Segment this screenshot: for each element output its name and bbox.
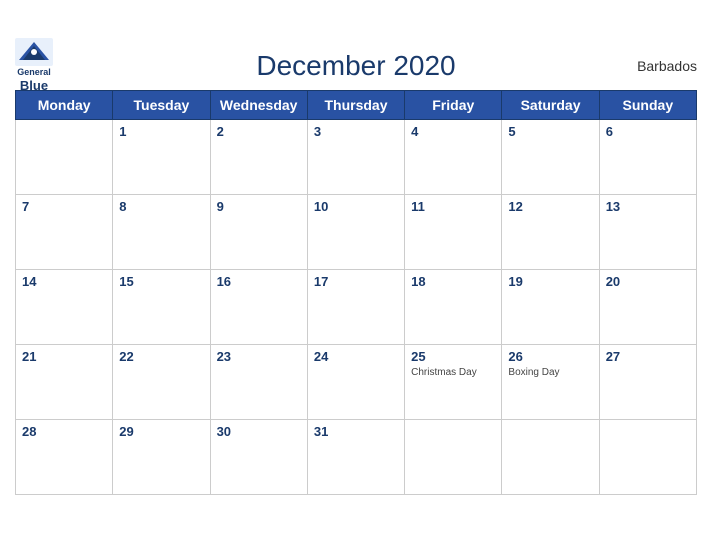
calendar-cell-w2-d1: 7 [16,195,113,270]
logo-general-text: General [17,67,51,78]
calendar-wrapper: General Blue December 2020 Barbados Mond… [0,40,712,510]
weekday-wednesday: Wednesday [210,91,307,120]
calendar-cell-w4-d5: 25 Christmas Day [405,345,502,420]
logo-blue-text: Blue [20,78,48,94]
calendar-cell-w3-d4: 17 [307,270,404,345]
date-number: 19 [508,274,592,289]
calendar-cell-w2-d6: 12 [502,195,599,270]
weekday-friday: Friday [405,91,502,120]
week-row-2: 789 10 11 12 13 [16,195,697,270]
calendar-cell-w4-d7: 27 [599,345,696,420]
date-number: 23 [217,349,301,364]
country-label: Barbados [637,58,697,74]
date-number: 28 [22,424,106,439]
weekday-tuesday: Tuesday [113,91,210,120]
week-row-1: 123456 [16,120,697,195]
generalblue-logo: General Blue [15,38,53,93]
calendar-cell-w5-d6 [502,420,599,495]
calendar-cell-w5-d5 [405,420,502,495]
weekday-saturday: Saturday [502,91,599,120]
calendar-cell-w3-d3: 16 [210,270,307,345]
calendar-cell-w1-d5: 4 [405,120,502,195]
weekday-thursday: Thursday [307,91,404,120]
calendar-cell-w4-d2: 22 [113,345,210,420]
calendar-cell-w3-d5: 18 [405,270,502,345]
calendar-cell-w5-d3: 30 [210,420,307,495]
date-number: 21 [22,349,106,364]
date-number: 12 [508,199,592,214]
weekday-header-row: Monday Tuesday Wednesday Thursday Friday… [16,91,697,120]
calendar-cell-w4-d6: 26 Boxing Day [502,345,599,420]
date-number: 2 [217,124,301,139]
week-row-3: 14 15 16 17 18 19 20 [16,270,697,345]
calendar-title: December 2020 [256,50,455,82]
date-number: 6 [606,124,690,139]
calendar-body: 1234567891011121314151617181920212223242… [16,120,697,495]
date-number: 8 [119,199,203,214]
weekday-monday: Monday [16,91,113,120]
date-number: 5 [508,124,592,139]
calendar-cell-w1-d6: 5 [502,120,599,195]
date-number: 25 [411,349,495,364]
calendar-cell-w1-d1 [16,120,113,195]
date-number: 10 [314,199,398,214]
calendar-cell-w2-d5: 11 [405,195,502,270]
week-row-5: 28 29 30 31 [16,420,697,495]
calendar-cell-w4-d3: 23 [210,345,307,420]
calendar-cell-w5-d4: 31 [307,420,404,495]
calendar-table: Monday Tuesday Wednesday Thursday Friday… [15,90,697,495]
holiday-label: Boxing Day [508,367,592,378]
date-number: 17 [314,274,398,289]
date-number: 31 [314,424,398,439]
calendar-cell-w3-d7: 20 [599,270,696,345]
date-number: 26 [508,349,592,364]
date-number: 3 [314,124,398,139]
calendar-cell-w2-d4: 10 [307,195,404,270]
calendar-cell-w2-d3: 9 [210,195,307,270]
calendar-cell-w1-d4: 3 [307,120,404,195]
calendar-cell-w2-d7: 13 [599,195,696,270]
date-number: 27 [606,349,690,364]
date-number: 15 [119,274,203,289]
calendar-cell-w1-d2: 1 [113,120,210,195]
calendar-cell-w3-d2: 15 [113,270,210,345]
date-number: 20 [606,274,690,289]
week-row-4: 21 22 23 24 25 Christmas Day 26 Boxing Day 27 [16,345,697,420]
date-number: 18 [411,274,495,289]
date-number: 9 [217,199,301,214]
date-number: 22 [119,349,203,364]
date-number: 13 [606,199,690,214]
date-number: 16 [217,274,301,289]
calendar-cell-w5-d2: 29 [113,420,210,495]
date-number: 4 [411,124,495,139]
weekday-sunday: Sunday [599,91,696,120]
date-number: 29 [119,424,203,439]
date-number: 1 [119,124,203,139]
calendar-cell-w5-d7 [599,420,696,495]
date-number: 7 [22,199,106,214]
holiday-label: Christmas Day [411,367,495,378]
calendar-cell-w1-d3: 2 [210,120,307,195]
calendar-cell-w4-d1: 21 [16,345,113,420]
date-number: 11 [411,199,495,214]
calendar-cell-w3-d1: 14 [16,270,113,345]
calendar-cell-w1-d7: 6 [599,120,696,195]
date-number: 24 [314,349,398,364]
calendar-cell-w5-d1: 28 [16,420,113,495]
calendar-cell-w4-d4: 24 [307,345,404,420]
calendar-header: General Blue December 2020 Barbados [15,50,697,82]
date-number: 30 [217,424,301,439]
calendar-cell-w3-d6: 19 [502,270,599,345]
date-number: 14 [22,274,106,289]
calendar-cell-w2-d2: 8 [113,195,210,270]
